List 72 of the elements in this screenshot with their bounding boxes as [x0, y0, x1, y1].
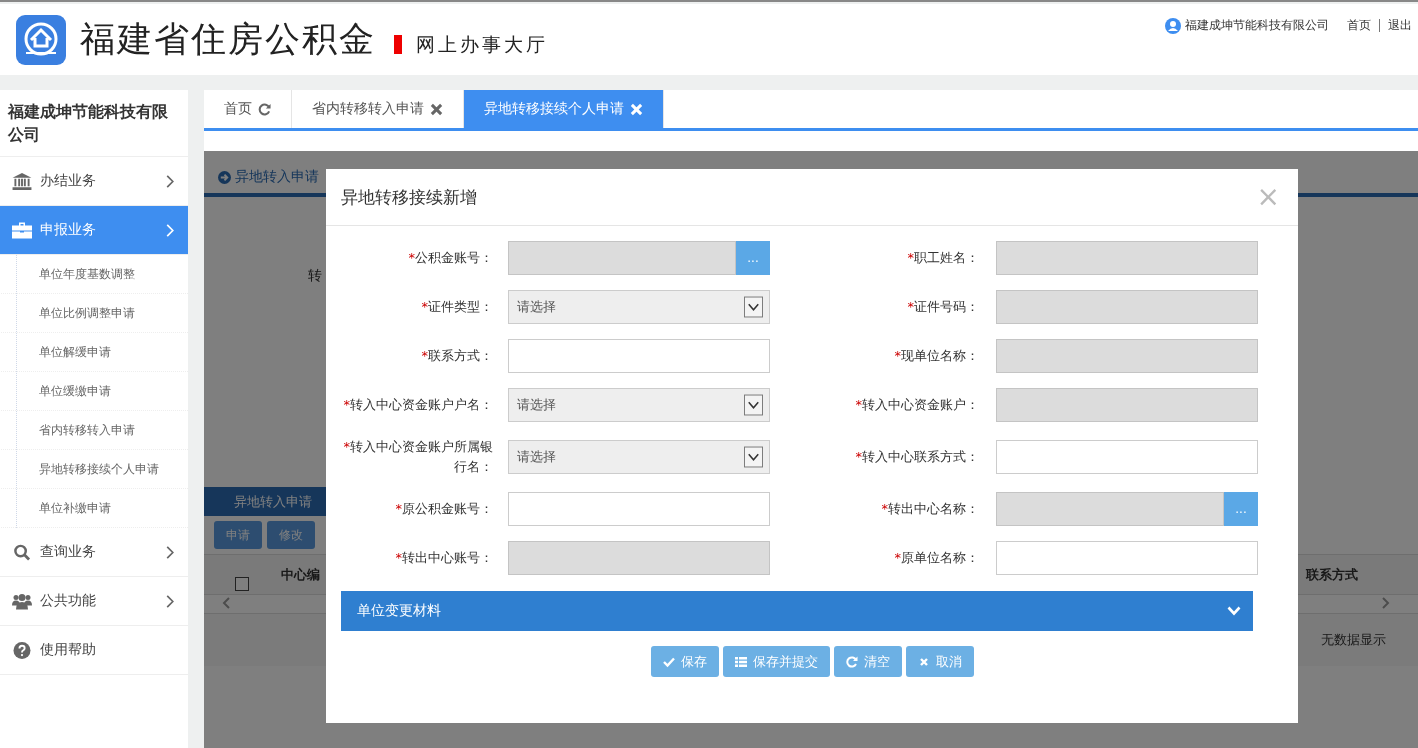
column-header: 中心编: [281, 565, 320, 584]
header-link[interactable]: 退出: [1388, 17, 1412, 34]
submenu-item[interactable]: 单位比例调整申请: [1, 294, 188, 333]
field-label: *转入中心资金账户所属银行名：: [342, 438, 493, 476]
sidebar-item[interactable]: 申报业务: [0, 206, 188, 255]
submenu-item[interactable]: 单位补缴申请: [1, 489, 188, 528]
input-field[interactable]: [996, 541, 1258, 575]
sidebar-item[interactable]: 公共功能: [0, 577, 188, 626]
panel-title: 异地转入申请: [235, 168, 319, 186]
field-label: *转入中心资金账户：: [854, 396, 979, 414]
field-label: *证件类型：: [420, 298, 493, 316]
input-field[interactable]: [996, 440, 1258, 474]
field-label: *转出中心名称：: [880, 500, 979, 518]
input-field[interactable]: [508, 339, 770, 373]
tab[interactable]: 首页: [204, 90, 292, 128]
field-label: *原单位名称：: [893, 549, 979, 567]
user-name: 福建成坤节能科技有限公司: [1185, 17, 1329, 34]
user-icon: [1165, 17, 1181, 34]
field-label: *联系方式：: [420, 347, 493, 365]
close-icon: [430, 102, 443, 116]
submenu-item[interactable]: 单位解缓申请: [1, 333, 188, 372]
section-header[interactable]: 单位变更材料: [341, 591, 1253, 631]
tab[interactable]: 异地转移接续个人申请: [464, 90, 664, 128]
submenu-item[interactable]: 省内转移转入申请: [1, 411, 188, 450]
field-label: *证件号码：: [906, 298, 979, 316]
house-logo-icon: [16, 14, 66, 65]
users-icon: [12, 592, 32, 610]
check-icon: [662, 655, 675, 668]
grid-title: 异地转入申请: [234, 492, 312, 511]
chevron-right-icon: [166, 594, 174, 608]
bank-icon: [12, 172, 32, 190]
dialog-title: 异地转移接续新增: [341, 185, 477, 209]
scroll-right-icon[interactable]: [1382, 597, 1390, 609]
accent-bar: [394, 35, 402, 54]
header-link[interactable]: 首页: [1347, 17, 1371, 34]
list-icon: [734, 655, 747, 668]
chevron-icon: [1227, 606, 1241, 616]
caret-down-icon: [744, 296, 763, 318]
field-label: 转: [308, 267, 322, 285]
field-label: *现单位名称：: [893, 347, 979, 365]
sidebar-item[interactable]: 查询业务: [0, 528, 188, 577]
site-subtitle: 网上办事大厅: [416, 31, 548, 57]
chevron-right-icon: [166, 545, 174, 559]
search-icon: [12, 543, 32, 561]
field-label: *职工姓名：: [906, 249, 979, 267]
field-label: *原公积金账号：: [394, 500, 493, 518]
company-name: 福建成坤节能科技有限公司: [0, 90, 188, 157]
chevron-right-icon: [166, 174, 174, 188]
submenu-item[interactable]: 异地转移接续个人申请: [1, 450, 188, 489]
refresh-icon: [258, 102, 271, 116]
input-field[interactable]: [508, 492, 770, 526]
empty-message: 无数据显示: [1321, 631, 1386, 649]
field-label: *转出中心账号：: [394, 549, 493, 567]
sidebar-item[interactable]: 使用帮助: [0, 626, 188, 675]
close-icon: [917, 655, 930, 668]
caret-down-icon: [744, 394, 763, 416]
arrow-circle-icon: [218, 170, 231, 184]
close-icon: [630, 102, 643, 116]
submenu-item[interactable]: 单位年度基数调整: [1, 255, 188, 294]
chevron-right-icon: [166, 223, 174, 237]
scroll-left-icon[interactable]: [222, 597, 230, 609]
caret-down-icon: [744, 446, 763, 468]
column-header: 联系方式: [1306, 565, 1358, 584]
refresh-icon: [845, 655, 858, 668]
submenu-item[interactable]: 单位缓缴申请: [1, 372, 188, 411]
help-icon: [12, 641, 32, 659]
field-label: *转入中心资金账户户名：: [342, 396, 493, 414]
field-label: *公积金账号：: [407, 249, 493, 267]
site-title: 福建省住房公积金: [80, 18, 376, 61]
briefcase-icon: [12, 221, 32, 239]
checkbox[interactable]: [234, 576, 249, 591]
field-label: *转入中心联系方式：: [854, 448, 979, 466]
